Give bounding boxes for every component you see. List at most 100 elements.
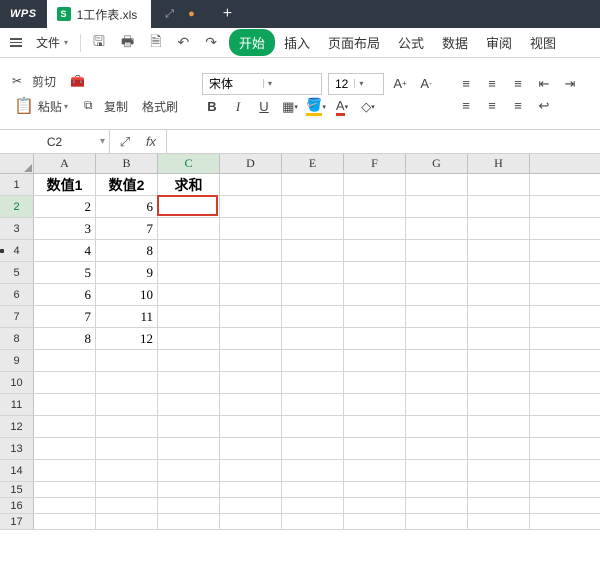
print-icon[interactable]: 🖶 xyxy=(115,27,140,59)
cell-F11[interactable] xyxy=(344,394,406,415)
cell-C4[interactable] xyxy=(158,240,220,261)
cell-C13[interactable] xyxy=(158,438,220,459)
cell-G11[interactable] xyxy=(406,394,468,415)
cell-G5[interactable] xyxy=(406,262,468,283)
cell-C5[interactable] xyxy=(158,262,220,283)
cell-E2[interactable] xyxy=(282,196,344,217)
cell-F16[interactable] xyxy=(344,498,406,513)
cell-G1[interactable] xyxy=(406,174,468,195)
cell-G15[interactable] xyxy=(406,482,468,497)
cell-F8[interactable] xyxy=(344,328,406,349)
row-header-1[interactable]: 1 xyxy=(0,174,34,195)
cell-F4[interactable] xyxy=(344,240,406,261)
cell-C6[interactable] xyxy=(158,284,220,305)
row-header-15[interactable]: 15 xyxy=(0,482,34,497)
cell-B3[interactable]: 7 xyxy=(96,218,158,239)
cell-B9[interactable] xyxy=(96,350,158,371)
cell-E12[interactable] xyxy=(282,416,344,437)
expand-icon[interactable]: ⤢ xyxy=(112,130,138,153)
paste-button[interactable]: 📋 粘贴▾ xyxy=(8,94,74,118)
print-preview-icon[interactable]: 🗎 xyxy=(144,27,167,59)
cell-F6[interactable] xyxy=(344,284,406,305)
cell-D16[interactable] xyxy=(220,498,282,513)
copy-button[interactable]: ⧉ 复制 xyxy=(80,96,132,117)
col-header-B[interactable]: B xyxy=(96,154,158,173)
cell-A5[interactable]: 5 xyxy=(34,262,96,283)
cell-C1[interactable]: 求和 xyxy=(158,174,220,195)
col-header-D[interactable]: D xyxy=(220,154,282,173)
menu-item-4[interactable]: 数据 xyxy=(433,27,477,58)
row-header-17[interactable]: 17 xyxy=(0,514,34,529)
cell-H2[interactable] xyxy=(468,196,530,217)
cell-B7[interactable]: 11 xyxy=(96,306,158,327)
toolbox-button[interactable]: 🧰 xyxy=(66,72,90,92)
cell-C11[interactable] xyxy=(158,394,220,415)
cell-B4[interactable]: 8 xyxy=(96,240,158,261)
cell-H5[interactable] xyxy=(468,262,530,283)
align-middle-icon[interactable]: ≡ xyxy=(482,74,502,94)
cell-G16[interactable] xyxy=(406,498,468,513)
align-center-icon[interactable]: ≡ xyxy=(482,96,502,116)
cell-H7[interactable] xyxy=(468,306,530,327)
cell-H6[interactable] xyxy=(468,284,530,305)
cell-F14[interactable] xyxy=(344,460,406,481)
cell-E6[interactable] xyxy=(282,284,344,305)
cell-E13[interactable] xyxy=(282,438,344,459)
cell-F3[interactable] xyxy=(344,218,406,239)
cell-F1[interactable] xyxy=(344,174,406,195)
align-top-icon[interactable]: ≡ xyxy=(456,74,476,94)
row-header-12[interactable]: 12 xyxy=(0,416,34,437)
spreadsheet-grid[interactable]: ABCDEFGH1数值1数值2求和22633744855966107711881… xyxy=(0,154,600,530)
cell-A14[interactable] xyxy=(34,460,96,481)
cell-B14[interactable] xyxy=(96,460,158,481)
cell-C3[interactable] xyxy=(158,218,220,239)
cell-D14[interactable] xyxy=(220,460,282,481)
cell-A16[interactable] xyxy=(34,498,96,513)
cell-H12[interactable] xyxy=(468,416,530,437)
cell-G4[interactable] xyxy=(406,240,468,261)
cell-A11[interactable] xyxy=(34,394,96,415)
align-right-icon[interactable]: ≡ xyxy=(508,96,528,116)
row-header-8[interactable]: 8 xyxy=(0,328,34,349)
col-header-C[interactable]: C xyxy=(158,154,220,173)
cell-E15[interactable] xyxy=(282,482,344,497)
cell-H16[interactable] xyxy=(468,498,530,513)
cell-F17[interactable] xyxy=(344,514,406,529)
decrease-font-icon[interactable]: A- xyxy=(416,74,436,94)
underline-icon[interactable]: U xyxy=(254,97,274,117)
cell-H9[interactable] xyxy=(468,350,530,371)
cell-E10[interactable] xyxy=(282,372,344,393)
cell-G10[interactable] xyxy=(406,372,468,393)
cell-A8[interactable]: 8 xyxy=(34,328,96,349)
file-menu[interactable]: 文件 ▾ xyxy=(30,34,74,51)
cell-B10[interactable] xyxy=(96,372,158,393)
cell-B6[interactable]: 10 xyxy=(96,284,158,305)
name-box[interactable]: C2 ▾ xyxy=(0,130,110,153)
cell-C14[interactable] xyxy=(158,460,220,481)
row-header-3[interactable]: 3 xyxy=(0,218,34,239)
row-header-6[interactable]: 6 xyxy=(0,284,34,305)
cell-D4[interactable] xyxy=(220,240,282,261)
cell-D13[interactable] xyxy=(220,438,282,459)
fill-color-icon[interactable]: 🪣▾ xyxy=(306,97,326,117)
cell-F7[interactable] xyxy=(344,306,406,327)
cell-G12[interactable] xyxy=(406,416,468,437)
col-header-H[interactable]: H xyxy=(468,154,530,173)
cell-A10[interactable] xyxy=(34,372,96,393)
cell-A1[interactable]: 数值1 xyxy=(34,174,96,195)
menu-item-6[interactable]: 视图 xyxy=(521,27,565,58)
font-size-combo[interactable]: 12 ▾ xyxy=(328,73,384,95)
cell-H1[interactable] xyxy=(468,174,530,195)
italic-icon[interactable]: I xyxy=(228,97,248,117)
format-painter-button[interactable]: 格式刷 xyxy=(138,96,182,117)
cell-E9[interactable] xyxy=(282,350,344,371)
cell-C2[interactable] xyxy=(158,196,220,217)
cell-G6[interactable] xyxy=(406,284,468,305)
cell-H4[interactable] xyxy=(468,240,530,261)
cell-H8[interactable] xyxy=(468,328,530,349)
cell-D7[interactable] xyxy=(220,306,282,327)
cell-D10[interactable] xyxy=(220,372,282,393)
cell-C15[interactable] xyxy=(158,482,220,497)
cell-B15[interactable] xyxy=(96,482,158,497)
cell-B16[interactable] xyxy=(96,498,158,513)
